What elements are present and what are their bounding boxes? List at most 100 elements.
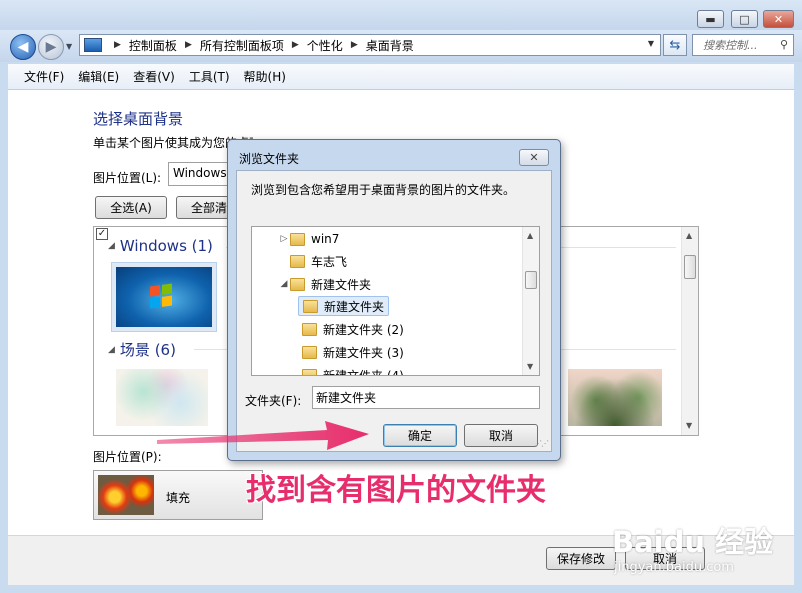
breadcrumb-personalization[interactable]: 个性化 (307, 37, 343, 54)
minimize-button[interactable]: ▬ (697, 10, 724, 28)
collapse-triangle-icon: ◢ (108, 344, 115, 355)
scrollbar-thumb[interactable] (684, 255, 696, 279)
maximize-button[interactable]: □ (731, 10, 758, 28)
picture-location-label: 图片位置(L): (93, 171, 162, 185)
tree-item-new-folder-parent[interactable]: ◢ 新建文件夹 (278, 274, 371, 294)
picture-position-select[interactable]: 填充 (93, 470, 263, 520)
group-title: 场景 (6) (119, 341, 176, 359)
ok-button[interactable]: 确定 (383, 424, 457, 447)
clear-all-button[interactable]: 全部清除(C) (176, 196, 230, 219)
position-preview-image (98, 475, 154, 515)
dialog-body: 浏览到包含您希望用于桌面背景的图片的文件夹。 ▷ win7 车志飞 ◢ 新建文件… (236, 170, 552, 452)
tree-item-label: win7 (311, 232, 340, 246)
select-all-button[interactable]: 全选(A) (95, 196, 167, 219)
menu-tools[interactable]: 工具(T) (189, 68, 230, 85)
breadcrumb-separator-icon: ▶ (184, 40, 192, 50)
folder-icon (302, 368, 317, 375)
close-icon: ✕ (773, 12, 784, 26)
tree-item-label: 新建文件夹 (311, 277, 372, 292)
tree-item-win7[interactable]: ▷ win7 (278, 229, 340, 249)
windows-logo-icon (150, 283, 172, 309)
back-arrow-icon: ◀ (17, 39, 29, 55)
folder-icon (290, 277, 305, 291)
picture-position-value: 填充 (166, 491, 191, 505)
folder-icon (290, 254, 305, 268)
wallpaper-thumbnail-windows[interactable] (111, 262, 217, 332)
scrollbar-thumb[interactable] (525, 271, 537, 289)
maximize-icon: □ (739, 12, 750, 26)
tree-item-new-folder-3[interactable]: 新建文件夹 (3) (298, 342, 404, 362)
resize-grip-icon[interactable]: ⋰⋰ (534, 439, 549, 448)
menu-file[interactable]: 文件(F) (24, 68, 64, 85)
menu-view[interactable]: 查看(V) (133, 68, 175, 85)
scroll-down-icon[interactable]: ▼ (527, 362, 533, 371)
address-dropdown-icon[interactable]: ▼ (648, 39, 654, 48)
wallpaper-checkbox[interactable]: ✓ (96, 228, 108, 240)
watermark-logo: Baidu 经验 (612, 525, 774, 559)
annotation-caption: 找到含有图片的文件夹 (246, 473, 546, 508)
recent-pages-dropdown-icon[interactable]: ▼ (66, 42, 72, 51)
tree-scrollbar[interactable]: ▲ ▼ (522, 227, 539, 375)
pointer-arrow-icon (157, 421, 369, 450)
tree-item-new-folder-selected[interactable]: 新建文件夹 (298, 296, 390, 316)
browse-folder-dialog: 浏览文件夹 ✕ 浏览到包含您希望用于桌面背景的图片的文件夹。 ▷ win7 车志… (227, 139, 561, 461)
refresh-button[interactable]: ⇆ (663, 34, 687, 56)
dialog-title: 浏览文件夹 (239, 152, 300, 166)
folder-tree: ▷ win7 车志飞 ◢ 新建文件夹 新建文件夹 新建文件夹 (2) 新建文件夹… (251, 226, 540, 376)
tree-item-new-folder-2[interactable]: 新建文件夹 (2) (298, 319, 404, 339)
menu-bar: 文件(F) 编辑(E) 查看(V) 工具(T) 帮助(H) (8, 64, 794, 90)
folder-icon (302, 345, 317, 359)
wallpaper-thumbnail-scene[interactable] (568, 369, 662, 426)
address-bar[interactable]: ▶ 控制面板 ▶ 所有控制面板项 ▶ 个性化 ▶ 桌面背景 ▼ (79, 34, 661, 56)
breadcrumb-separator-icon: ▶ (114, 40, 121, 50)
search-input[interactable] (703, 38, 775, 52)
refresh-icon: ⇆ (669, 37, 681, 53)
forward-arrow-icon: ▶ (45, 39, 57, 55)
search-icon[interactable]: ⚲ (780, 38, 788, 51)
save-changes-button[interactable]: 保存修改 (546, 547, 616, 570)
group-header-windows[interactable]: ◢ Windows (1) (108, 237, 213, 255)
control-panel-icon (84, 38, 102, 52)
expand-triangle-icon[interactable]: ▷ (278, 234, 290, 244)
picture-position-label: 图片位置(P): (93, 450, 162, 464)
close-button[interactable]: ✕ (763, 10, 794, 28)
collapse-triangle-icon: ◢ (108, 241, 115, 251)
tree-item-label: 新建文件夹 (324, 299, 385, 314)
dialog-cancel-button[interactable]: 取消 (464, 424, 538, 447)
forward-button[interactable]: ▶ (38, 34, 64, 60)
folder-icon (303, 299, 318, 313)
back-button[interactable]: ◀ (10, 34, 36, 60)
scroll-up-icon[interactable]: ▲ (527, 231, 533, 240)
breadcrumb-all-items[interactable]: 所有控制面板项 (200, 37, 284, 54)
breadcrumb-control-panel[interactable]: 控制面板 (129, 37, 177, 54)
menu-help[interactable]: 帮助(H) (244, 68, 286, 85)
breadcrumb-separator-icon: ▶ (291, 40, 299, 50)
tree-item-new-folder-4[interactable]: 新建文件夹 (4) (298, 365, 404, 376)
dialog-description: 浏览到包含您希望用于桌面背景的图片的文件夹。 (251, 183, 516, 197)
folder-name-input[interactable] (312, 386, 540, 409)
baidu-jingyan-watermark: Baidu 经验 jingyan.baidu.com (612, 505, 797, 590)
scroll-up-icon[interactable]: ▲ (686, 231, 692, 240)
tree-item-label: 新建文件夹 (2) (323, 322, 404, 337)
tree-item-label: 车志飞 (311, 254, 348, 269)
watermark-url: jingyan.baidu.com (614, 560, 734, 575)
page-title: 选择桌面背景 (93, 110, 184, 128)
breadcrumb-separator-icon: ▶ (350, 40, 358, 50)
menu-edit[interactable]: 编辑(E) (78, 68, 119, 85)
tree-item-label: 新建文件夹 (4) (323, 368, 404, 376)
scroll-down-icon[interactable]: ▼ (686, 421, 692, 430)
windows7-wallpaper-image (116, 267, 212, 327)
tree-item-label: 新建文件夹 (3) (323, 345, 404, 360)
group-header-scenes[interactable]: ◢ 场景 (6) (108, 339, 176, 360)
picture-location-select[interactable]: Windows (168, 162, 230, 186)
gallery-scrollbar[interactable]: ▲ ▼ (681, 227, 698, 435)
breadcrumb-desktop-background[interactable]: 桌面背景 (366, 37, 414, 54)
group-title: Windows (1) (119, 237, 213, 255)
folder-icon (302, 322, 317, 336)
dialog-close-button[interactable]: ✕ (519, 149, 549, 166)
folder-icon (290, 232, 305, 246)
tree-item-chezhifei[interactable]: 车志飞 (278, 251, 347, 271)
collapse-triangle-icon[interactable]: ◢ (278, 279, 290, 289)
window-title-bar: ▬ □ ✕ (0, 0, 802, 32)
search-box[interactable]: ⚲ (692, 34, 794, 56)
